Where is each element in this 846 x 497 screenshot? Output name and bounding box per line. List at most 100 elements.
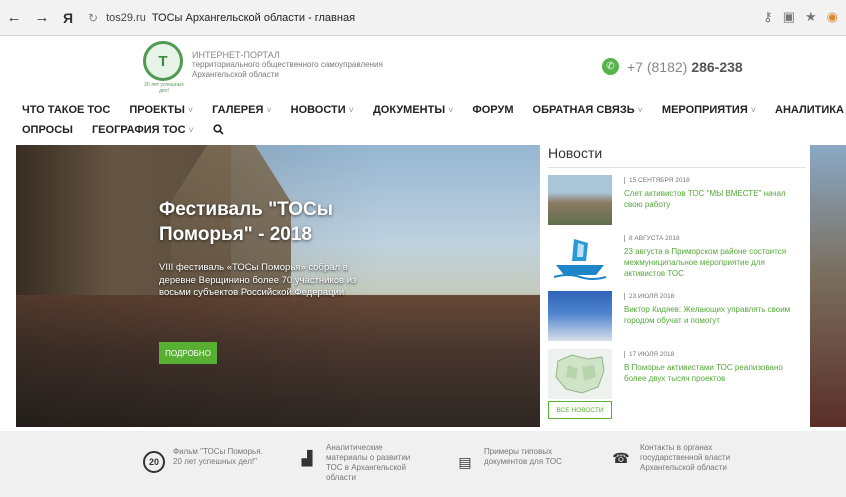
main-menu: ЧТО ТАКОЕ ТОС ПРОЕКТЫ ˅ ГАЛЕРЕЯ ˅ НОВОСТИ ˅ ДОК… bbox=[0, 99, 846, 143]
menu-item-label: ОБРАТНАЯ СВЯЗЬ bbox=[532, 104, 635, 116]
news-meta: 23 ИЮЛЯ 2018 Виктор Кидяев: Желающих упр… bbox=[624, 293, 804, 326]
url-host: tos29.ru bbox=[106, 11, 146, 24]
news-date: 15 СЕНТЯБРЯ 2018 bbox=[624, 177, 804, 184]
features-bar: 20 Фильм "ТОСы Поморья. 20 лет успешных … bbox=[0, 431, 846, 497]
menu-item-label: МЕРОПРИЯТИЯ bbox=[661, 104, 748, 116]
address-bar[interactable]: ↻ tos29.ru ТОСы Архангельской области - … bbox=[88, 7, 355, 29]
chevron-down-icon: ˅ bbox=[348, 105, 354, 115]
translate-icon[interactable]: ▣ bbox=[783, 9, 795, 25]
reload-icon[interactable]: ↻ bbox=[88, 11, 98, 25]
news-thumb-ship-icon[interactable] bbox=[548, 233, 612, 283]
menu-item[interactable]: АНАЛИТИКА bbox=[775, 104, 844, 116]
portal-title: ИНТЕРНЕТ-ПОРТАЛ территориального обществ… bbox=[192, 50, 383, 80]
news-thumb-photo[interactable] bbox=[548, 291, 612, 341]
badge-20-icon: 20 bbox=[143, 451, 165, 473]
news-item[interactable]: 17 ИЮЛЯ 2018 В Поморье активистами ТОС р… bbox=[548, 349, 806, 405]
telephone-icon: ☎ bbox=[612, 449, 630, 466]
forward-icon[interactable]: → bbox=[28, 9, 56, 26]
news-meta: 8 АВГУСТА 2018 23 августа в Приморском р… bbox=[624, 235, 804, 279]
tos-emblem-icon: T bbox=[143, 41, 183, 81]
feature-film[interactable]: 20 Фильм "ТОСы Поморья. 20 лет успешных … bbox=[143, 447, 273, 473]
menu-item-label: ГЕОГРАФИЯ ТОС bbox=[91, 124, 186, 136]
chevron-down-icon: ˅ bbox=[188, 125, 194, 135]
menu-item[interactable]: НОВОСТИ ˅ bbox=[291, 104, 354, 116]
feature-documents[interactable]: ▤ Примеры типовых документов для ТОС bbox=[454, 447, 584, 473]
feature-label[interactable]: Фильм "ТОСы Поморья. 20 лет успешных дел… bbox=[173, 447, 273, 467]
chevron-down-icon: ˅ bbox=[187, 105, 194, 115]
news-headline[interactable]: Виктор Кидяев: Желающих управлять своим … bbox=[624, 304, 804, 326]
menu-item-label: ФОРУМ bbox=[472, 104, 514, 116]
menu-item-label: ЧТО ТАКОЕ ТОС bbox=[22, 104, 111, 116]
background-photo-edge bbox=[810, 145, 846, 427]
menu-item-label: АНАЛИТИКА bbox=[775, 104, 844, 116]
site-logo[interactable]: T 20 лет успешных дел! bbox=[143, 41, 185, 94]
phone-number: 286-238 bbox=[691, 58, 743, 75]
news-meta: 17 ИЮЛЯ 2018 В Поморье активистами ТОС р… bbox=[624, 351, 804, 384]
url-page-title: ТОСы Архангельской области - главная bbox=[151, 11, 356, 24]
news-headline[interactable]: Слет активистов ТОС "МЫ ВМЕСТЕ" начал св… bbox=[624, 188, 804, 210]
feature-analytics[interactable]: ▟ Аналитические материалы о развитии ТОС… bbox=[296, 443, 426, 483]
news-title: Новости bbox=[548, 145, 603, 161]
all-news-button[interactable]: ВСЕ НОВОСТИ bbox=[548, 401, 612, 419]
document-icon: ▤ bbox=[458, 453, 472, 470]
hero-slider[interactable]: Фестиваль "ТОСы Поморья" - 2018 VIII фес… bbox=[16, 145, 540, 427]
chevron-down-icon: ˅ bbox=[448, 105, 454, 115]
extension-icon[interactable]: ◉ bbox=[827, 9, 838, 25]
menu-item[interactable]: ДОКУМЕНТЫ ˅ bbox=[373, 104, 453, 116]
news-date: 23 ИЮЛЯ 2018 bbox=[624, 293, 804, 300]
phone-block[interactable]: ✆ +7 (8182) 286-238 bbox=[602, 58, 743, 75]
back-icon[interactable]: ← bbox=[0, 9, 28, 26]
key-icon[interactable]: ⚷ bbox=[763, 9, 773, 25]
hero-more-button[interactable]: ПОДРОБНО bbox=[159, 342, 217, 364]
news-date: 17 ИЮЛЯ 2018 bbox=[624, 351, 804, 358]
feature-label[interactable]: Аналитические материалы о развитии ТОС в… bbox=[326, 443, 426, 483]
site-header: T 20 лет успешных дел! ИНТЕРНЕТ-ПОРТАЛ т… bbox=[0, 37, 846, 99]
menu-item[interactable]: ОБРАТНАЯ СВЯЗЬ ˅ bbox=[533, 104, 643, 116]
news-panel: Новости 15 СЕНТЯБРЯ 2018 Слет активистов… bbox=[540, 145, 810, 427]
bar-chart-icon: ▟ bbox=[301, 449, 313, 466]
hero-text: VIII фестиваль «ТОСы Поморья» собрал в д… bbox=[159, 262, 357, 298]
news-divider bbox=[548, 167, 806, 168]
portal-title-line1: ИНТЕРНЕТ-ПОРТАЛ bbox=[192, 50, 280, 60]
menu-item-label: ГАЛЕРЕЯ bbox=[212, 104, 264, 116]
menu-item-label: ДОКУМЕНТЫ bbox=[372, 104, 446, 116]
news-thumb-map-icon[interactable] bbox=[548, 349, 612, 399]
menu-item[interactable]: ГАЛЕРЕЯ ˅ bbox=[212, 104, 272, 116]
menu-item[interactable]: ГЕОГРАФИЯ ТОС ˅ bbox=[92, 124, 194, 138]
star-icon[interactable]: ★ bbox=[805, 9, 817, 25]
menu-item[interactable]: ОПРОСЫ bbox=[22, 124, 73, 138]
chevron-down-icon: ˅ bbox=[750, 105, 757, 115]
news-meta: 15 СЕНТЯБРЯ 2018 Слет активистов ТОС "МЫ… bbox=[624, 177, 804, 210]
feature-label[interactable]: Контакты в органах государственной власт… bbox=[640, 443, 740, 473]
menu-item[interactable]: МЕРОПРИЯТИЯ ˅ bbox=[662, 104, 756, 116]
menu-item[interactable]: ЧТО ТАКОЕ ТОС bbox=[22, 104, 110, 116]
hero-title[interactable]: Фестиваль "ТОСы Поморья" - 2018 bbox=[159, 197, 399, 247]
logo-caption: 20 лет успешных дел! bbox=[144, 82, 184, 94]
phone-code: +7 (8182) bbox=[627, 58, 688, 75]
phone-icon: ✆ bbox=[602, 58, 619, 75]
menu-item[interactable]: ПРОЕКТЫ ˅ bbox=[129, 104, 193, 116]
chevron-down-icon: ˅ bbox=[637, 105, 643, 115]
browser-toolbar: ← → Я ↻ tos29.ru ТОСы Архангельской обла… bbox=[0, 0, 846, 36]
news-headline[interactable]: В Поморье активистами ТОС реализовано бо… bbox=[624, 362, 804, 384]
menu-item[interactable]: ФОРУМ bbox=[472, 104, 513, 116]
menu-item-label: ОПРОСЫ bbox=[22, 124, 73, 136]
chevron-down-icon: ˅ bbox=[266, 105, 272, 115]
yandex-button[interactable]: Я bbox=[56, 10, 80, 26]
news-thumb-photo[interactable] bbox=[548, 175, 612, 225]
news-headline[interactable]: 23 августа в Приморском районе состоится… bbox=[624, 246, 804, 279]
news-item[interactable]: 15 СЕНТЯБРЯ 2018 Слет активистов ТОС "МЫ… bbox=[548, 175, 806, 231]
menu-item-label: ПРОЕКТЫ bbox=[129, 104, 185, 116]
news-date: 8 АВГУСТА 2018 bbox=[624, 235, 804, 242]
news-item[interactable]: 23 ИЮЛЯ 2018 Виктор Кидяев: Желающих упр… bbox=[548, 291, 806, 347]
portal-title-line2: территориального общественного самоуправ… bbox=[192, 60, 383, 69]
menu-item-label: НОВОСТИ bbox=[290, 104, 346, 116]
browser-actions: ⚷ ▣ ★ ◉ bbox=[763, 9, 838, 25]
portal-title-line3: Архангельской области bbox=[192, 70, 279, 79]
feature-label[interactable]: Примеры типовых документов для ТОС bbox=[484, 447, 584, 467]
feature-contacts[interactable]: ☎ Контакты в органах государственной вла… bbox=[610, 443, 740, 473]
news-item[interactable]: 8 АВГУСТА 2018 23 августа в Приморском р… bbox=[548, 233, 806, 289]
main-menu-row2: ОПРОСЫ ГЕОГРАФИЯ ТОС ˅ bbox=[22, 124, 243, 138]
search-icon[interactable] bbox=[213, 124, 224, 138]
main-menu-row1: ЧТО ТАКОЕ ТОС ПРОЕКТЫ ˅ ГАЛЕРЕЯ ˅ НОВОСТИ ˅ ДОК… bbox=[22, 104, 846, 116]
